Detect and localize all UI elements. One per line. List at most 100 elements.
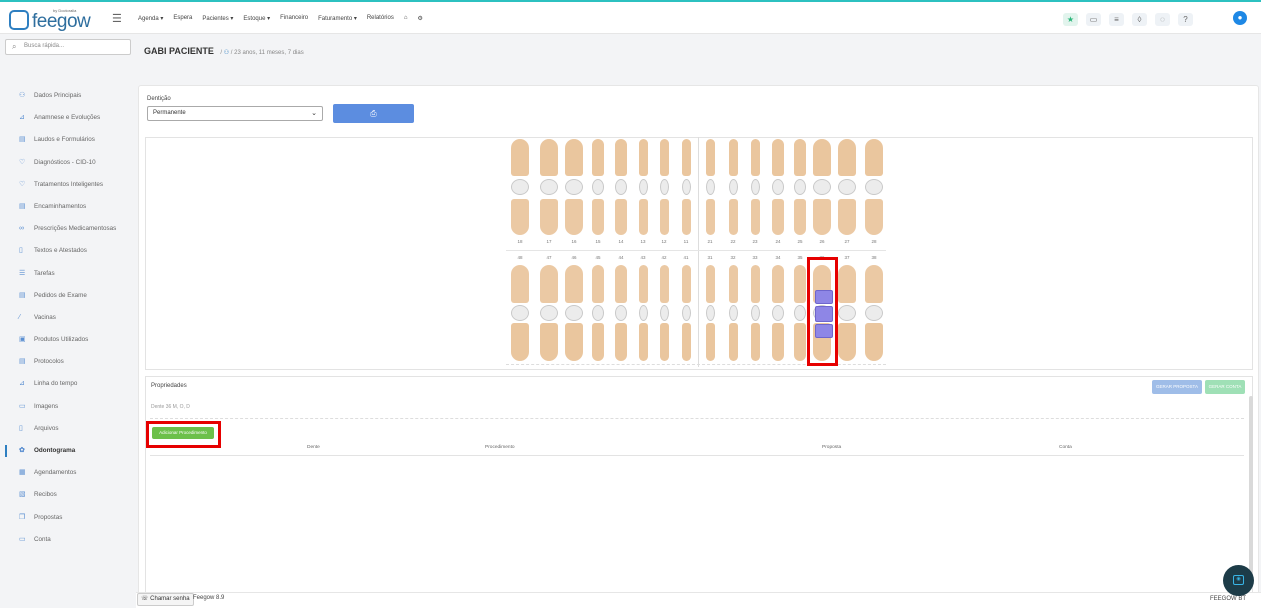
tooth-48-lingual[interactable]	[511, 265, 529, 303]
tooth-12-buccal[interactable]	[659, 139, 669, 176]
menu-faturamento[interactable]: Faturamento ▾	[318, 15, 357, 22]
sidebar-item-encaminhamentos[interactable]: ▤ Encaminhamentos	[0, 197, 136, 219]
menu-pacientes[interactable]: Pacientes ▾	[202, 15, 233, 22]
menu-financeiro[interactable]: Financeiro	[280, 15, 308, 22]
sidebar-item-protocolos[interactable]: ▤ Protocolos	[0, 352, 136, 374]
tooth-26-lingual[interactable]	[813, 199, 831, 235]
tooth-21-lingual[interactable]	[705, 199, 715, 235]
tooth-44-buccal[interactable]	[615, 323, 627, 361]
tooth-43-buccal[interactable]	[638, 323, 648, 361]
tooth-24-lingual[interactable]	[772, 199, 784, 235]
tooth-11-occlusal[interactable]	[681, 179, 691, 195]
tooth-22-occlusal[interactable]	[728, 179, 738, 195]
tooth-43-lingual[interactable]	[638, 265, 648, 303]
hamburger-menu-icon[interactable]: ☰	[112, 12, 122, 25]
sidebar-item-propostas[interactable]: ❐ Propostas	[0, 508, 136, 530]
tooth-13-occlusal[interactable]	[638, 179, 648, 195]
tooth-46-buccal[interactable]	[565, 323, 583, 361]
menu-espera[interactable]: Espera	[173, 15, 192, 22]
chat-widget-button[interactable]: ◉	[1223, 565, 1254, 596]
user-avatar-icon[interactable]: ●	[1233, 11, 1247, 25]
tooth-42-lingual[interactable]	[659, 265, 669, 303]
tooth-44-occlusal[interactable]	[615, 305, 627, 321]
tooth-44-lingual[interactable]	[615, 265, 627, 303]
tooth-38-buccal[interactable]	[865, 323, 883, 361]
sidebar-item-prescricoes[interactable]: ∞ Prescrições Medicamentosas	[0, 219, 136, 241]
tooth-17-lingual[interactable]	[540, 199, 558, 235]
tooth-28-buccal[interactable]	[865, 139, 883, 176]
tooth-26-buccal[interactable]	[813, 139, 831, 176]
chat-icon[interactable]: ◌	[1155, 13, 1170, 26]
tooth-41-lingual[interactable]	[681, 265, 691, 303]
sidebar-item-anamnese[interactable]: ⊿ Anamnese e Evoluções	[0, 108, 136, 130]
tooth-23-buccal[interactable]	[750, 139, 760, 176]
sidebar-item-laudos[interactable]: ▤ Laudos e Formulários	[0, 130, 136, 152]
tooth-46-occlusal[interactable]	[565, 305, 583, 321]
help-icon[interactable]: ?	[1178, 13, 1193, 26]
tooth-35-buccal[interactable]	[794, 323, 806, 361]
tooth-16-occlusal[interactable]	[565, 179, 583, 195]
tooth-21-occlusal[interactable]	[705, 179, 715, 195]
gerar-proposta-button[interactable]: GERAR PROPOSTA	[1152, 380, 1202, 394]
tooth-13-buccal[interactable]	[638, 139, 648, 176]
tooth-45-lingual[interactable]	[592, 265, 604, 303]
tooth-47-lingual[interactable]	[540, 265, 558, 303]
tooth-42-buccal[interactable]	[659, 323, 669, 361]
tooth-28-occlusal[interactable]	[865, 179, 883, 195]
tooth-35-lingual[interactable]	[794, 265, 806, 303]
menu-relatorios[interactable]: Relatórios	[367, 15, 394, 22]
tooth-48-buccal[interactable]	[511, 323, 529, 361]
tooth-12-lingual[interactable]	[659, 199, 669, 235]
bank-icon[interactable]: ⌂	[404, 15, 408, 22]
tooth-26-occlusal[interactable]	[813, 179, 831, 195]
tooth-42-occlusal[interactable]	[659, 305, 669, 321]
tooth-34-lingual[interactable]	[772, 265, 784, 303]
sidebar-item-agendamentos[interactable]: ▦ Agendamentos	[0, 463, 136, 485]
denticao-select[interactable]: Permanente ⌄	[147, 106, 323, 121]
tooth-14-occlusal[interactable]	[615, 179, 627, 195]
tooth-25-buccal[interactable]	[794, 139, 806, 176]
list-icon[interactable]: ≡	[1109, 13, 1124, 26]
tooth-41-buccal[interactable]	[681, 323, 691, 361]
tooth-34-occlusal[interactable]	[772, 305, 784, 321]
tooth-43-occlusal[interactable]	[638, 305, 648, 321]
feegow-logo[interactable]: feegow by Doctoralia	[9, 8, 91, 32]
tooth-45-occlusal[interactable]	[592, 305, 604, 321]
star-icon[interactable]: ★	[1063, 13, 1078, 26]
menu-agenda[interactable]: Agenda ▾	[138, 15, 163, 22]
tooth-25-occlusal[interactable]	[794, 179, 806, 195]
print-button[interactable]: ⎙	[333, 104, 414, 123]
tooth-23-lingual[interactable]	[750, 199, 760, 235]
tooth-27-buccal[interactable]	[838, 139, 856, 176]
settings-icon[interactable]: ⚙	[417, 15, 422, 22]
tooth-12-occlusal[interactable]	[659, 179, 669, 195]
sidebar-item-vacinas[interactable]: ⁄ Vacinas	[0, 308, 136, 330]
tooth-37-lingual[interactable]	[838, 265, 856, 303]
tooth-14-buccal[interactable]	[615, 139, 627, 176]
patient-profile-icon[interactable]: ⚇	[224, 50, 229, 56]
tooth-33-occlusal[interactable]	[750, 305, 760, 321]
tooth-27-occlusal[interactable]	[838, 179, 856, 195]
sidebar-item-arquivos[interactable]: ▯ Arquivos	[0, 419, 136, 441]
sidebar-item-odontograma[interactable]: ✿ Odontograma	[0, 441, 136, 463]
tooth-32-buccal[interactable]	[728, 323, 738, 361]
tooth-13-lingual[interactable]	[638, 199, 648, 235]
sidebar-item-produtos[interactable]: ▣ Produtos Utilizados	[0, 330, 136, 352]
tooth-11-lingual[interactable]	[681, 199, 691, 235]
tooth-17-occlusal[interactable]	[540, 179, 558, 195]
tooth-27-lingual[interactable]	[838, 199, 856, 235]
tooth-14-lingual[interactable]	[615, 199, 627, 235]
tooth-38-occlusal[interactable]	[865, 305, 883, 321]
sidebar-item-recibos[interactable]: ▧ Recibos	[0, 485, 136, 507]
tooth-22-lingual[interactable]	[728, 199, 738, 235]
tooth-17-buccal[interactable]	[540, 139, 558, 176]
sidebar-item-imagens[interactable]: ▭ Imagens	[0, 397, 136, 419]
tooth-15-buccal[interactable]	[592, 139, 604, 176]
tooth-18-occlusal[interactable]	[511, 179, 529, 195]
tooth-25-lingual[interactable]	[794, 199, 806, 235]
tooth-11-buccal[interactable]	[681, 139, 691, 176]
bell-icon[interactable]: ◊	[1132, 13, 1147, 26]
tooth-33-lingual[interactable]	[750, 265, 760, 303]
tooth-24-occlusal[interactable]	[772, 179, 784, 195]
tooth-22-buccal[interactable]	[728, 139, 738, 176]
